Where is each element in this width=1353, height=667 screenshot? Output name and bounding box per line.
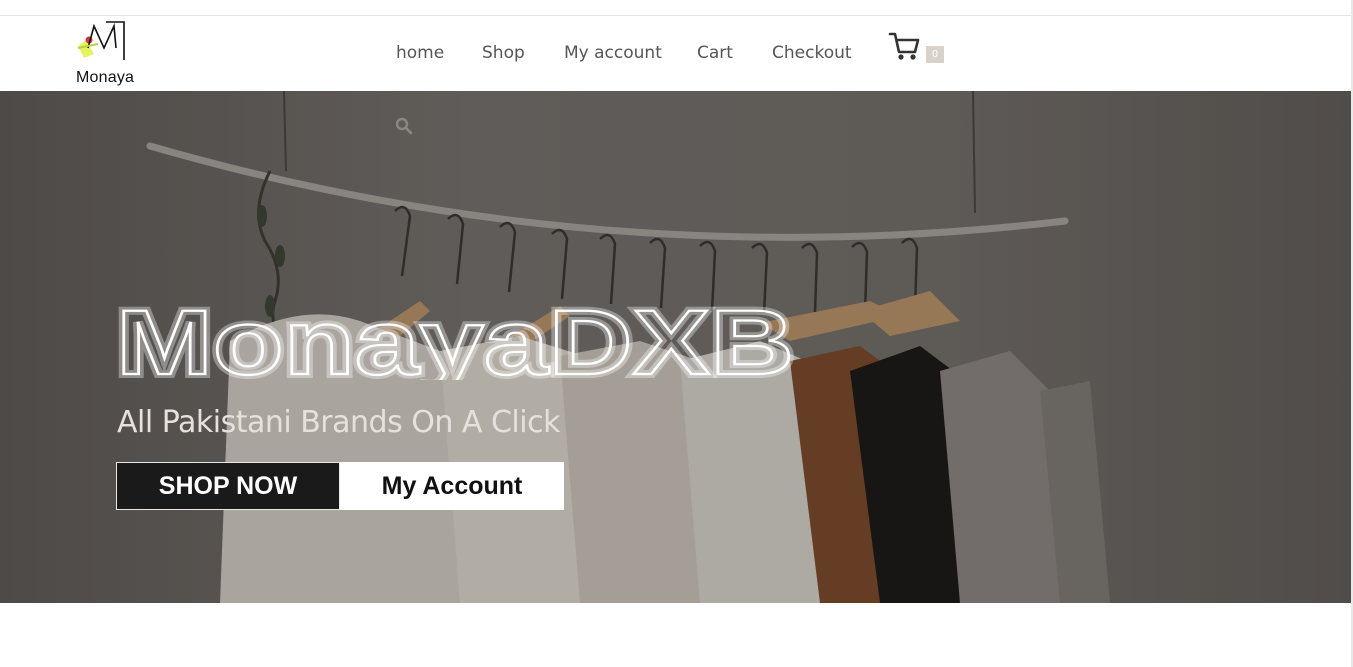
site-header: Monaya home Shop My account Cart Checkou…	[0, 16, 1353, 90]
nav-item-cart[interactable]: Cart	[697, 43, 733, 63]
hero-banner: MonayaDXB MonayaDXB All Pakistani Brands…	[0, 91, 1351, 603]
my-account-button[interactable]: My Account	[340, 462, 564, 510]
hero-title: MonayaDXB MonayaDXB	[112, 288, 806, 398]
shopping-cart-icon[interactable]	[888, 30, 922, 64]
hero-title-outline: MonayaDXB	[116, 294, 794, 380]
nav-item-shop[interactable]: Shop	[482, 43, 525, 63]
hero-subtitle: All Pakistani Brands On A Click	[117, 405, 560, 440]
search-icon[interactable]	[395, 117, 413, 135]
cart-count-badge: 0	[926, 46, 944, 63]
site-logo[interactable]: Monaya	[74, 18, 142, 90]
logo-monogram	[77, 21, 125, 60]
logo-text: Monaya	[76, 69, 135, 86]
nav-item-home[interactable]: home	[396, 43, 444, 63]
shop-now-button[interactable]: SHOP NOW	[116, 462, 340, 510]
nav-item-my-account[interactable]: My account	[564, 43, 662, 63]
nav-item-checkout[interactable]: Checkout	[772, 43, 852, 63]
